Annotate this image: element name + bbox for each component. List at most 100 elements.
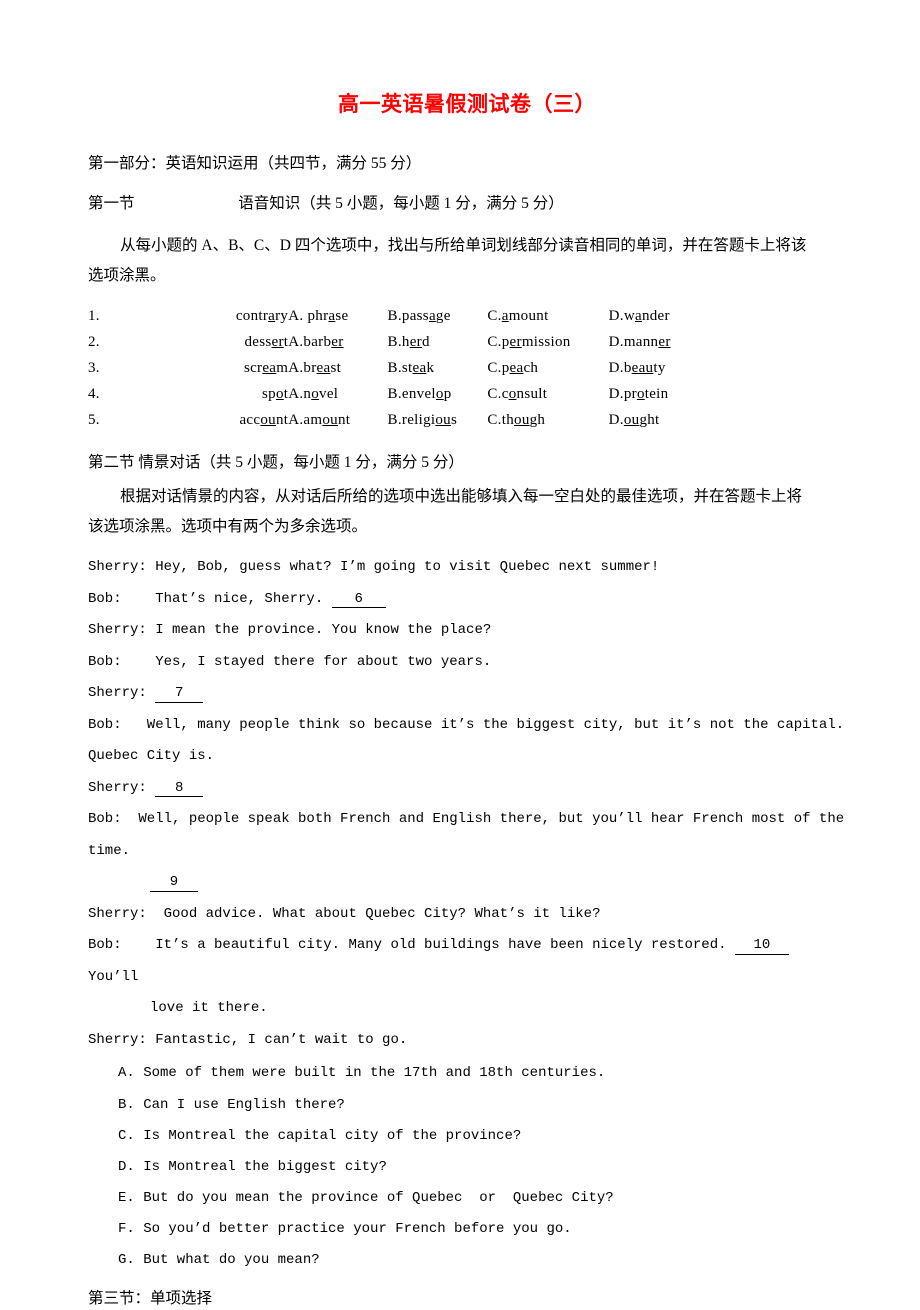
option-d[interactable]: D.protein (609, 386, 708, 412)
option-underline: er (509, 333, 522, 350)
option-post: ge (435, 307, 451, 324)
option-underline: ou (435, 411, 451, 428)
section2-instruction-line1: 根据对话情景的内容，从对话后所给的选项中选出能够填入每一空白处的最佳选项，并在答… (120, 488, 803, 506)
table-row: 4. spot A.novel B.envelop C.consult D.pr… (88, 386, 708, 412)
option-b[interactable]: B.herd (388, 334, 488, 360)
option-d[interactable]: D.wander (609, 308, 708, 334)
list-item[interactable]: F. So you’d better practice your French … (118, 1214, 846, 1245)
option-pre: w (623, 307, 635, 324)
stem-pre: dess (244, 333, 272, 350)
phonetics-question-table: 1. contrary A. phrase B.passage C.amount… (88, 308, 708, 438)
option-letter: B. (387, 333, 402, 350)
table-row: 1. contrary A. phrase B.passage C.amount… (88, 308, 708, 334)
option-c[interactable]: C.permission (487, 334, 608, 360)
option-pre: c (501, 385, 509, 402)
option-letter: A. (288, 307, 304, 324)
option-c[interactable]: C.peach (487, 360, 608, 386)
answer-blank-6[interactable]: 6 (331, 591, 386, 609)
dialogue-block: Sherry: Hey, Bob, guess what? I’m going … (88, 552, 846, 1056)
option-d[interactable]: D.ought (609, 412, 708, 438)
option-a[interactable]: A.novel (288, 386, 387, 412)
option-pre: p (501, 333, 510, 350)
list-item[interactable]: A. Some of them were built in the 17th a… (118, 1058, 846, 1089)
option-pre: b (623, 359, 632, 376)
list-item[interactable]: C. Is Montreal the capital city of the p… (118, 1121, 846, 1152)
dialogue-line: Sherry: Hey, Bob, guess what? I’m going … (88, 559, 660, 576)
document-page: 高一英语暑假测试卷（三） 第一部分：英语知识运用（共四节，满分 55 分） 第一… (0, 0, 920, 1307)
option-post: nsult (516, 385, 548, 402)
option-a[interactable]: A.amount (288, 412, 387, 438)
section1-heading-row: 第一节 语音知识（共 5 小题，每小题 1 分，满分 5 分） (88, 193, 846, 215)
dialogue-line: Sherry: 8 (88, 773, 846, 805)
section1-instruction-line2: 选项涂黑。 (88, 267, 166, 285)
option-post: ty (653, 359, 666, 376)
answer-blank-8[interactable]: 8 (155, 780, 204, 798)
dialogue-line: Quebec City is. (88, 748, 215, 765)
option-underline: ea (316, 359, 331, 376)
table-row: 5. account A.amount B.religious C.though… (88, 412, 708, 438)
stem-post: m (276, 359, 289, 376)
option-underline: ea (412, 359, 427, 376)
stem-underline: er (271, 333, 284, 350)
option-b[interactable]: B.passage (388, 308, 488, 334)
option-letter: D. (608, 307, 624, 324)
option-b[interactable]: B.envelop (388, 386, 488, 412)
section1-instruction-line1: 从每小题的 A、B、C、D 四个选项中，找出与所给单词划线部分读音相同的单词，并… (120, 237, 807, 255)
document-content: 高一英语暑假测试卷（三） 第一部分：英语知识运用（共四节，满分 55 分） 第一… (88, 0, 846, 1310)
dialogue-line: Bob: Well, people speak both French and … (88, 811, 853, 859)
dialogue-line: Bob: Well, many people think so because … (88, 716, 845, 733)
option-letter: B. (387, 359, 402, 376)
dialogue-text: love it there. (150, 1000, 268, 1017)
option-d[interactable]: D.manner (609, 334, 708, 360)
option-underline: o (435, 385, 444, 402)
option-underline: o (636, 385, 645, 402)
option-b[interactable]: B.religious (388, 412, 488, 438)
option-underline: a (428, 307, 436, 324)
option-post: d (421, 333, 430, 350)
option-a[interactable]: A. phrase (288, 308, 387, 334)
option-letter: C. (487, 385, 502, 402)
option-underline: ea (509, 359, 524, 376)
list-item[interactable]: E. But do you mean the province of Quebe… (118, 1183, 846, 1214)
option-letter: A. (288, 333, 304, 350)
option-letter: D. (608, 359, 624, 376)
option-d[interactable]: D.beauty (609, 360, 708, 386)
option-letter: B. (387, 307, 402, 324)
option-a[interactable]: A.barber (288, 334, 387, 360)
part1-heading: 第一部分：英语知识运用（共四节，满分 55 分） (88, 155, 422, 173)
stem-underline: o (275, 385, 284, 402)
option-pre: pr (623, 385, 637, 402)
section2-instruction-line2: 该选项涂黑。选项中有两个为多余选项。 (88, 518, 368, 536)
option-pre: h (401, 333, 410, 350)
option-post: gh (529, 411, 546, 428)
list-item[interactable]: B. Can I use English there? (118, 1090, 846, 1121)
list-item[interactable]: D. Is Montreal the biggest city? (118, 1152, 846, 1183)
option-pre: barb (303, 333, 332, 350)
dialogue-text: Bob: It’s a beautiful city. Many old bui… (88, 937, 735, 954)
option-underline: er (409, 333, 422, 350)
question-number: 2. (88, 333, 100, 350)
section1-heading: 语音知识（共 5 小题，每小题 1 分，满分 5 分） (238, 194, 564, 212)
option-underline: a (501, 307, 509, 324)
option-c[interactable]: C.amount (487, 308, 608, 334)
answer-blank-7[interactable]: 7 (155, 685, 204, 703)
option-letter: D. (608, 333, 624, 350)
option-b[interactable]: B.steak (388, 360, 488, 386)
option-a[interactable]: A.breast (288, 360, 387, 386)
question-number: 4. (88, 385, 100, 402)
dialogue-text: Bob: That’s nice, Sherry. (88, 590, 332, 607)
option-post: nder (641, 307, 670, 324)
question-number: 5. (88, 411, 100, 428)
option-underline: o (508, 385, 517, 402)
stem-post: nt (275, 411, 289, 428)
dialogue-line: Bob: That’s nice, Sherry. 6 (88, 584, 846, 616)
option-post: mission (521, 333, 571, 350)
stem-post: ry (275, 307, 289, 324)
option-c[interactable]: C.consult (487, 386, 608, 412)
stem-pre: sp (262, 385, 276, 402)
answer-blank-10[interactable]: 10 (734, 937, 789, 955)
dialogue-options-list: A. Some of them were built in the 17th a… (88, 1058, 846, 1276)
answer-blank-9[interactable]: 9 (150, 874, 198, 892)
list-item[interactable]: G. But what do you mean? (118, 1245, 846, 1276)
option-c[interactable]: C.though (487, 412, 608, 438)
